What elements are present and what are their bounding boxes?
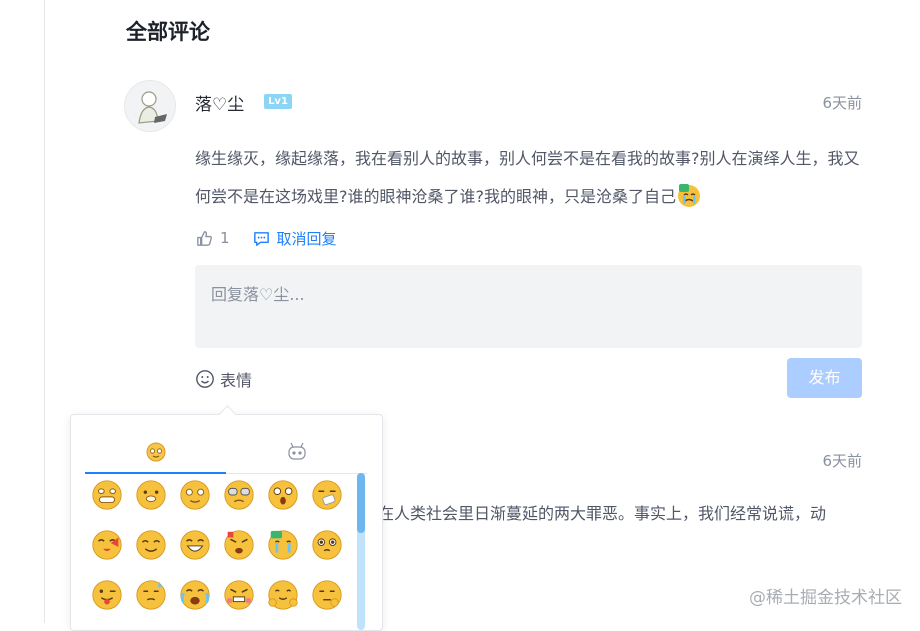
emoji-panel	[70, 405, 383, 631]
username[interactable]: 落♡尘	[195, 90, 244, 115]
emoji-button[interactable]: 表情	[195, 367, 252, 391]
robot-tab[interactable]	[226, 441, 367, 473]
blush-icon[interactable]	[309, 527, 345, 563]
emoji-tabs	[85, 441, 367, 474]
comment-text: 在人类社会里日渐蔓延的两大罪恶。事实上，我们经常说谎，动	[378, 504, 827, 523]
reply-box	[195, 265, 862, 348]
avatar[interactable]	[124, 80, 176, 132]
emoji-label: 表情	[220, 371, 253, 390]
publish-button[interactable]: 发布	[787, 358, 862, 398]
cancel-reply-label: 取消回复	[276, 229, 337, 248]
angry-icon[interactable]	[221, 527, 257, 563]
smile-icon[interactable]	[177, 477, 213, 513]
hug-icon[interactable]	[265, 577, 301, 613]
smiley-tab-icon	[146, 442, 165, 462]
section-title: 全部评论	[126, 20, 210, 44]
level-badge: Lv1	[264, 94, 292, 109]
left-divider	[44, 0, 45, 623]
laugh-icon[interactable]	[177, 527, 213, 563]
grin-icon[interactable]	[89, 477, 125, 513]
comment-icon	[253, 231, 269, 246]
tongue-icon[interactable]	[89, 577, 125, 613]
reply-input[interactable]	[211, 281, 846, 332]
comment-text: 缘生缘灭，缘起缘落，我在看别人的故事，别人何尝不是在看我的故事?别人在演绎人生，…	[195, 140, 861, 216]
comment-actions: 1 取消回复	[195, 226, 337, 250]
comment-text-body: 缘生缘灭，缘起缘落，我在看别人的故事，别人何尝不是在看我的故事?别人在演绎人生，…	[195, 149, 860, 206]
shocked-icon[interactable]	[265, 477, 301, 513]
emoji-scrollbar[interactable]	[357, 473, 365, 630]
cry-icon[interactable]	[265, 527, 301, 563]
cancel-reply-button[interactable]: 取消回复	[252, 228, 337, 249]
smiley-tab[interactable]	[85, 441, 226, 474]
robot-tab-icon	[287, 442, 306, 460]
sweat-icon[interactable]	[133, 577, 169, 613]
cry-emoji-icon	[676, 182, 702, 208]
rage-icon[interactable]	[221, 577, 257, 613]
smiley-icon	[196, 370, 214, 388]
emoji-grid	[89, 477, 349, 613]
watermark: @稀土掘金技术社区	[749, 588, 902, 608]
smirk-icon[interactable]	[133, 527, 169, 563]
like-count: 1	[220, 229, 230, 247]
doge-icon[interactable]	[133, 477, 169, 513]
kiss-icon[interactable]	[89, 527, 125, 563]
tears-icon[interactable]	[177, 577, 213, 613]
comment-time: 6天前	[822, 452, 862, 470]
sneeze-icon[interactable]	[309, 477, 345, 513]
think-icon[interactable]	[309, 577, 345, 613]
thumb-up-icon	[197, 230, 212, 246]
comment-time: 6天前	[822, 94, 862, 112]
panel-arrow	[218, 405, 237, 424]
like-button[interactable]: 1	[195, 229, 230, 248]
glasses-icon[interactable]	[221, 477, 257, 513]
scroll-thumb[interactable]	[357, 473, 365, 533]
